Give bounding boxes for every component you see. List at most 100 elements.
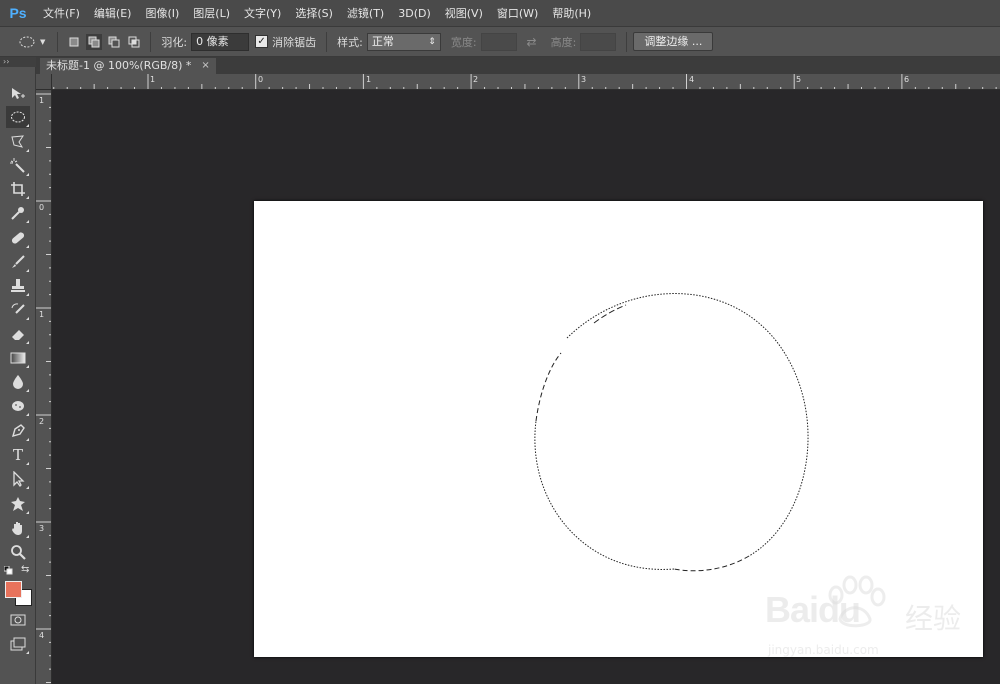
feather-input[interactable]: 0 像素	[191, 32, 250, 51]
crop-icon	[11, 182, 25, 196]
tool-group-indicator	[26, 511, 29, 514]
height-label: 高度:	[550, 35, 577, 49]
document-tab-bar: 未标题-1 @ 100%(RGB/8) * ×	[36, 57, 1000, 74]
pen-tool[interactable]	[6, 420, 30, 442]
foreground-color-swatch[interactable]	[5, 581, 22, 598]
ruler-label: 0	[39, 203, 45, 212]
type-tool[interactable]: T	[6, 444, 30, 466]
menu-help[interactable]: 帮助(H)	[545, 5, 598, 21]
clone-stamp-tool[interactable]	[6, 275, 30, 297]
refine-edge-button[interactable]: 调整边缘 ...	[633, 32, 714, 51]
add-to-selection-button[interactable]	[86, 33, 103, 50]
document-tab[interactable]: 未标题-1 @ 100%(RGB/8) * ×	[40, 58, 216, 74]
tool-group-indicator	[26, 389, 29, 392]
height-input[interactable]	[580, 32, 617, 51]
intersect-selection-icon	[128, 36, 140, 47]
crop-tool[interactable]	[6, 178, 30, 200]
horizontal-ruler[interactable]: 1 0 1 2 3 4 5 6	[52, 74, 1000, 90]
close-icon[interactable]: ×	[201, 58, 209, 74]
tool-group-indicator	[26, 317, 29, 320]
new-selection-button[interactable]	[66, 34, 82, 50]
screen-mode-icon	[10, 637, 26, 651]
intersect-selection-button[interactable]	[126, 34, 142, 50]
swap-colors-button[interactable]: ⇆	[21, 564, 29, 575]
spot-healing-brush-tool[interactable]	[6, 227, 30, 249]
polygonal-lasso-tool[interactable]	[6, 131, 30, 153]
pen-icon	[11, 424, 25, 438]
ruler-label: 4	[689, 75, 695, 84]
separator	[326, 31, 328, 52]
ruler-label: 2	[473, 75, 479, 84]
tool-group-indicator	[26, 413, 29, 416]
dodge-tool[interactable]	[6, 395, 30, 417]
blur-tool[interactable]	[6, 371, 30, 393]
menu-view[interactable]: 视图(V)	[438, 5, 490, 21]
hand-icon	[12, 522, 22, 535]
ruler-origin[interactable]	[36, 74, 52, 90]
horizontal-ruler-ticks	[53, 74, 997, 89]
zoom-tool[interactable]	[6, 541, 30, 563]
hand-tool[interactable]	[6, 517, 30, 539]
screen-mode-button[interactable]	[6, 633, 30, 655]
tool-group-indicator	[26, 245, 29, 248]
ruler-label: 5	[796, 75, 802, 84]
quick-mask-button[interactable]	[6, 609, 30, 631]
ruler-label: 1	[39, 310, 45, 319]
vertical-ruler[interactable]: 1 0 1 2 3 4	[36, 90, 52, 684]
tool-group-indicator	[26, 486, 29, 489]
menu-image[interactable]: 图像(I)	[138, 5, 186, 21]
eyedropper-tool[interactable]	[6, 202, 30, 224]
ruler-label: 1	[39, 96, 45, 105]
move-tool[interactable]	[6, 83, 30, 105]
swap-dimensions-icon[interactable]: ⇄	[527, 35, 537, 49]
menu-select[interactable]: 选择(S)	[288, 5, 340, 21]
blur-drop-icon	[13, 375, 23, 389]
menu-edit[interactable]: 编辑(E)	[87, 5, 139, 21]
move-icon	[12, 88, 25, 99]
brush-icon	[12, 255, 25, 268]
elliptical-marquee-tool[interactable]	[6, 106, 30, 128]
style-select[interactable]: 正常 ⇕	[366, 32, 441, 51]
separator	[626, 31, 628, 52]
menu-filter[interactable]: 滤镜(T)	[340, 5, 391, 21]
custom-shape-tool[interactable]	[6, 493, 30, 515]
path-selection-tool[interactable]	[6, 468, 30, 490]
menu-file[interactable]: 文件(F)	[36, 5, 87, 21]
add-selection-icon	[88, 36, 100, 47]
toolbar-grip[interactable]: ››	[0, 57, 36, 67]
ruler-label: 3	[581, 75, 587, 84]
default-colors-button[interactable]	[3, 565, 13, 575]
gradient-tool[interactable]	[6, 347, 30, 369]
menu-type[interactable]: 文字(Y)	[237, 5, 288, 21]
magic-wand-tool[interactable]	[6, 155, 30, 177]
history-brush-tool[interactable]	[6, 299, 30, 321]
watermark-word: Baidu	[765, 589, 861, 630]
history-brush-icon	[11, 303, 25, 314]
ellipse-marquee-icon	[11, 111, 25, 123]
tool-preset-picker[interactable]: ▼	[18, 35, 45, 49]
menu-window[interactable]: 窗口(W)	[490, 5, 545, 21]
tool-group-indicator	[26, 535, 29, 538]
antialias-checkbox[interactable]: ✓	[255, 35, 269, 48]
tool-group-indicator	[26, 149, 29, 152]
type-icon: T	[12, 446, 23, 464]
watermark-url: jingyan.baidu.com	[768, 643, 879, 657]
width-input[interactable]	[480, 32, 517, 51]
ellipse-marquee-icon	[19, 36, 35, 47]
eraser-tool[interactable]	[6, 323, 30, 345]
tool-group-indicator	[26, 269, 29, 272]
subtract-selection-button[interactable]	[106, 34, 122, 50]
ruler-label: 6	[904, 75, 910, 84]
baidu-jingyan-watermark: Baidu 经验 jingyan.baidu.com	[760, 575, 990, 665]
chevron-down-icon: ▼	[40, 37, 46, 46]
menu-bar: Ps 文件(F) 编辑(E) 图像(I) 图层(L) 文字(Y) 选择(S) 滤…	[0, 0, 1000, 27]
brush-tool[interactable]	[6, 251, 30, 273]
new-selection-icon	[69, 37, 79, 46]
menu-3d[interactable]: 3D(D)	[391, 7, 438, 20]
menu-layer[interactable]: 图层(L)	[186, 5, 237, 21]
style-select-value: 正常	[371, 34, 394, 48]
subtract-selection-icon	[108, 36, 120, 47]
separator	[150, 31, 152, 52]
ruler-label: 1	[366, 75, 372, 84]
options-bar: ▼ 羽化: 0 像素 ✓ 消除锯齿 样式: 正常 ⇕ 宽度: ⇄ 高度: 调整边…	[0, 27, 1000, 57]
